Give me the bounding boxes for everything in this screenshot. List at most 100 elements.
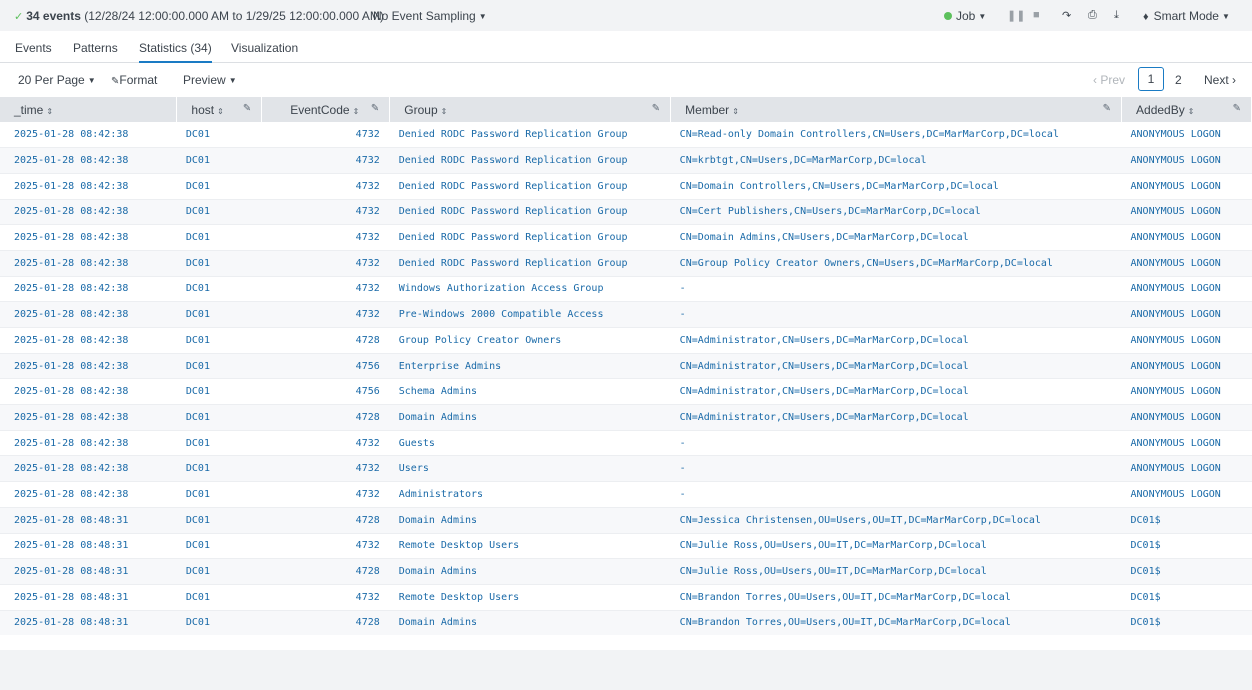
cell-time[interactable]: 2025-01-28 08:48:31 <box>0 610 177 637</box>
cell-time[interactable]: 2025-01-28 08:42:38 <box>0 378 177 406</box>
cell-host[interactable]: DC01 <box>176 584 262 611</box>
tab-events[interactable]: Events <box>15 41 52 55</box>
cell-addedby[interactable]: ANONYMOUS LOGON <box>1121 276 1252 303</box>
cell-member[interactable]: CN=Domain Admins,CN=Users,DC=MarMarCorp,… <box>670 224 1122 251</box>
cell-time[interactable]: 2025-01-28 08:42:38 <box>0 199 177 226</box>
tab-statistics[interactable]: Statistics (34) <box>139 41 212 64</box>
tab-visualization[interactable]: Visualization <box>231 41 298 55</box>
cell-host[interactable]: DC01 <box>176 199 262 226</box>
cell-host[interactable]: DC01 <box>176 610 262 637</box>
cell-addedby[interactable]: DC01$ <box>1121 533 1252 560</box>
cell-eventcode[interactable]: 4732 <box>261 147 390 174</box>
cell-member[interactable]: CN=Brandon Torres,OU=Users,OU=IT,DC=MarM… <box>670 584 1122 611</box>
edit-column-icon[interactable]: ✎ <box>1233 103 1241 114</box>
cell-time[interactable]: 2025-01-28 08:42:38 <box>0 327 177 354</box>
cell-time[interactable]: 2025-01-28 08:42:38 <box>0 122 177 149</box>
cell-member[interactable]: CN=Administrator,CN=Users,DC=MarMarCorp,… <box>670 353 1122 380</box>
cell-group[interactable]: Denied RODC Password Replication Group <box>389 173 671 200</box>
cell-addedby[interactable]: DC01$ <box>1121 610 1252 637</box>
cell-addedby[interactable]: ANONYMOUS LOGON <box>1121 199 1252 226</box>
cell-time[interactable]: 2025-01-28 08:48:31 <box>0 584 177 611</box>
export-icon[interactable]: ⤓ <box>1114 9 1119 22</box>
cell-member[interactable]: CN=Administrator,CN=Users,DC=MarMarCorp,… <box>670 327 1122 354</box>
cell-time[interactable]: 2025-01-28 08:42:38 <box>0 250 177 277</box>
cell-addedby[interactable]: DC01$ <box>1121 507 1252 534</box>
column-header-addedby[interactable]: AddedBy ⇕ ✎ <box>1121 97 1252 122</box>
cell-group[interactable]: Remote Desktop Users <box>389 533 671 560</box>
cell-group[interactable]: Domain Admins <box>389 558 671 585</box>
cell-host[interactable]: DC01 <box>176 276 262 303</box>
format-button[interactable]: ✎Format <box>111 73 157 87</box>
cell-group[interactable]: Denied RODC Password Replication Group <box>389 250 671 277</box>
cell-time[interactable]: 2025-01-28 08:42:38 <box>0 481 177 508</box>
cell-eventcode[interactable]: 4732 <box>261 301 390 328</box>
cell-group[interactable]: Denied RODC Password Replication Group <box>389 224 671 251</box>
cell-eventcode[interactable]: 4728 <box>261 327 390 354</box>
edit-column-icon[interactable]: ✎ <box>371 103 379 114</box>
cell-addedby[interactable]: ANONYMOUS LOGON <box>1121 378 1252 406</box>
cell-member[interactable]: - <box>670 276 1122 303</box>
cell-group[interactable]: Remote Desktop Users <box>389 584 671 611</box>
cell-host[interactable]: DC01 <box>176 378 262 406</box>
share-icon[interactable]: ↷ <box>1062 9 1071 22</box>
event-sampling-dropdown[interactable]: No Event Sampling ▼ <box>373 9 487 23</box>
cell-time[interactable]: 2025-01-28 08:42:38 <box>0 301 177 328</box>
cell-group[interactable]: Guests <box>389 430 671 457</box>
cell-eventcode[interactable]: 4732 <box>261 276 390 303</box>
cell-member[interactable]: - <box>670 481 1122 508</box>
cell-group[interactable]: Schema Admins <box>389 378 671 406</box>
cell-time[interactable]: 2025-01-28 08:42:38 <box>0 147 177 174</box>
edit-column-icon[interactable]: ✎ <box>1103 103 1111 114</box>
cell-eventcode[interactable]: 4756 <box>261 353 390 380</box>
cell-member[interactable]: - <box>670 301 1122 328</box>
cell-eventcode[interactable]: 4728 <box>261 404 390 431</box>
cell-time[interactable]: 2025-01-28 08:42:38 <box>0 404 177 431</box>
cell-eventcode[interactable]: 4732 <box>261 430 390 457</box>
cell-host[interactable]: DC01 <box>176 147 262 174</box>
cell-member[interactable]: CN=krbtgt,CN=Users,DC=MarMarCorp,DC=loca… <box>670 147 1122 174</box>
print-icon[interactable]: ⎙ <box>1088 9 1097 22</box>
cell-addedby[interactable]: ANONYMOUS LOGON <box>1121 224 1252 251</box>
next-page-button[interactable]: Next › <box>1204 73 1236 87</box>
cell-group[interactable]: Denied RODC Password Replication Group <box>389 147 671 174</box>
cell-eventcode[interactable]: 4728 <box>261 507 390 534</box>
cell-group[interactable]: Pre-Windows 2000 Compatible Access <box>389 301 671 328</box>
cell-eventcode[interactable]: 4732 <box>261 584 390 611</box>
search-mode-dropdown[interactable]: ♦ Smart Mode ▼ <box>1143 9 1230 23</box>
cell-host[interactable]: DC01 <box>176 404 262 431</box>
cell-addedby[interactable]: DC01$ <box>1121 584 1252 611</box>
cell-group[interactable]: Group Policy Creator Owners <box>389 327 671 354</box>
cell-host[interactable]: DC01 <box>176 430 262 457</box>
edit-column-icon[interactable]: ✎ <box>652 103 660 114</box>
cell-time[interactable]: 2025-01-28 08:42:38 <box>0 430 177 457</box>
cell-group[interactable]: Domain Admins <box>389 507 671 534</box>
column-header-group[interactable]: Group ⇕ ✎ <box>389 97 672 122</box>
tab-patterns[interactable]: Patterns <box>73 41 118 55</box>
cell-member[interactable]: CN=Read-only Domain Controllers,CN=Users… <box>670 122 1122 149</box>
cell-eventcode[interactable]: 4728 <box>261 558 390 585</box>
column-header-host[interactable]: host ⇕ ✎ <box>176 97 263 122</box>
cell-host[interactable]: DC01 <box>176 173 262 200</box>
cell-eventcode[interactable]: 4756 <box>261 378 390 406</box>
cell-addedby[interactable]: ANONYMOUS LOGON <box>1121 122 1252 149</box>
cell-addedby[interactable]: ANONYMOUS LOGON <box>1121 481 1252 508</box>
pause-icon[interactable]: ❚❚ <box>1007 9 1025 22</box>
cell-eventcode[interactable]: 4732 <box>261 224 390 251</box>
cell-time[interactable]: 2025-01-28 08:48:31 <box>0 533 177 560</box>
cell-time[interactable]: 2025-01-28 08:42:38 <box>0 173 177 200</box>
cell-host[interactable]: DC01 <box>176 558 262 585</box>
cell-host[interactable]: DC01 <box>176 507 262 534</box>
cell-group[interactable]: Denied RODC Password Replication Group <box>389 122 671 149</box>
cell-host[interactable]: DC01 <box>176 533 262 560</box>
cell-group[interactable]: Administrators <box>389 481 671 508</box>
prev-page-button[interactable]: ‹ Prev <box>1093 73 1125 87</box>
cell-group[interactable]: Enterprise Admins <box>389 353 671 380</box>
cell-time[interactable]: 2025-01-28 08:48:31 <box>0 507 177 534</box>
cell-group[interactable]: Windows Authorization Access Group <box>389 276 671 303</box>
preview-dropdown[interactable]: Preview ▼ <box>183 73 237 87</box>
cell-eventcode[interactable]: 4732 <box>261 199 390 226</box>
cell-eventcode[interactable]: 4732 <box>261 173 390 200</box>
cell-group[interactable]: Domain Admins <box>389 610 671 637</box>
cell-member[interactable]: CN=Administrator,CN=Users,DC=MarMarCorp,… <box>670 404 1122 431</box>
cell-host[interactable]: DC01 <box>176 455 262 483</box>
